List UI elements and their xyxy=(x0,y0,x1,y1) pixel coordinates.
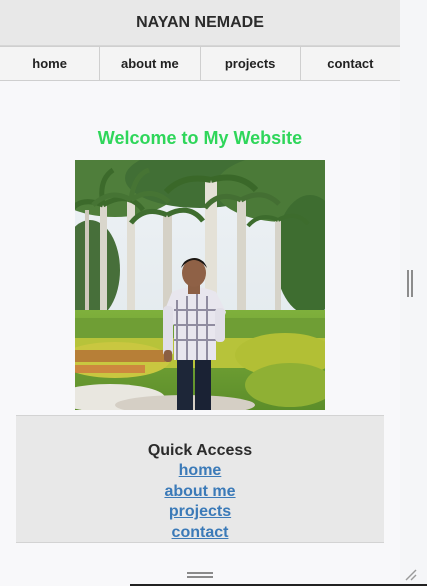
quick-link-contact[interactable]: contact xyxy=(16,523,384,544)
main-nav: home about me projects contact xyxy=(0,46,400,81)
quick-link-about-me[interactable]: about me xyxy=(16,482,384,503)
quick-access-title: Quick Access xyxy=(147,442,253,460)
nav-about-me[interactable]: about me xyxy=(100,47,201,80)
site-header: NAYAN NEMADE xyxy=(0,0,400,46)
quick-link-projects[interactable]: projects xyxy=(16,502,384,523)
profile-photo xyxy=(75,160,325,410)
resize-corner-icon[interactable] xyxy=(402,566,418,582)
welcome-heading: Welcome to My Website xyxy=(97,128,303,149)
page: NAYAN NEMADE home about me projects cont… xyxy=(0,0,400,586)
vertical-resize-grip-icon[interactable] xyxy=(407,270,414,297)
quick-access-panel: Quick Access home about me projects cont… xyxy=(16,415,384,543)
quick-access-links: home about me projects contact xyxy=(16,461,384,543)
nav-contact[interactable]: contact xyxy=(301,47,400,80)
horizontal-resize-grip-icon[interactable] xyxy=(187,572,213,578)
site-title: NAYAN NEMADE xyxy=(136,13,264,31)
nav-home[interactable]: home xyxy=(0,47,101,80)
quick-link-home[interactable]: home xyxy=(16,461,384,482)
nav-projects[interactable]: projects xyxy=(201,47,301,80)
